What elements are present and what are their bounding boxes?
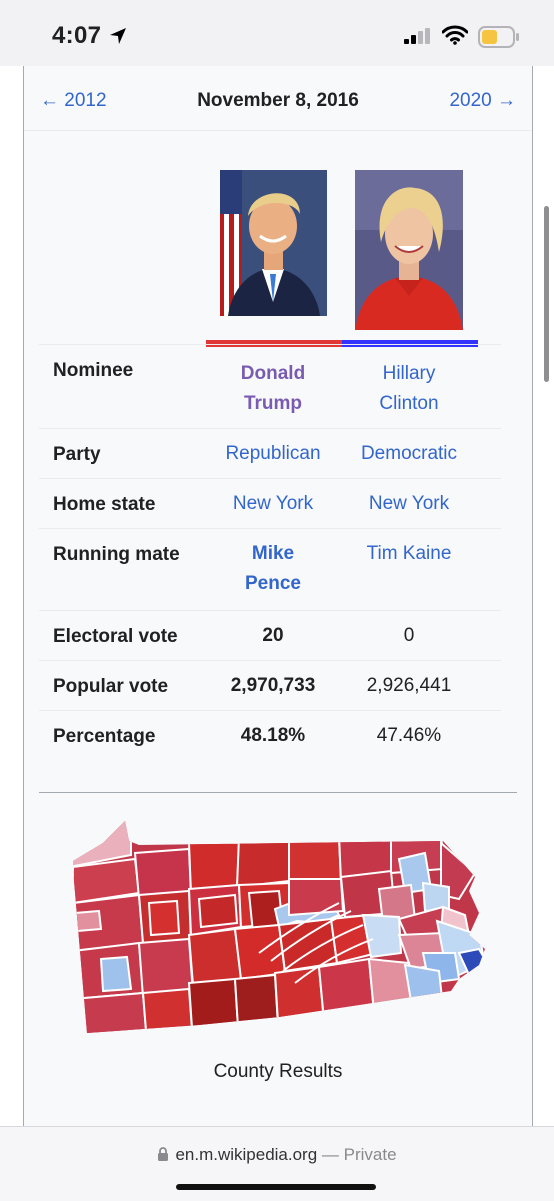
- scroll-indicator[interactable]: [544, 206, 549, 382]
- percentage-row: Percentage 48.18% 47.46%: [39, 710, 501, 761]
- trump-running-mate-link[interactable]: Mike Pence: [205, 539, 341, 599]
- nominee-row: Nominee Donald Trump Hillary Clinton: [39, 344, 501, 429]
- home-state-label: Home state: [53, 494, 156, 515]
- clinton-home-state-link[interactable]: New York: [341, 489, 477, 519]
- party-row: Party Republican Democratic: [39, 428, 501, 479]
- next-election-link[interactable]: 2020 →: [449, 90, 516, 112]
- clinton-party-link[interactable]: Democratic: [341, 439, 477, 469]
- election-navigation: ← 2012 November 8, 2016 2020 →: [24, 66, 532, 131]
- status-time: 4:07: [52, 22, 102, 49]
- trump-electoral-vote: 20: [262, 625, 284, 646]
- trump-party-link[interactable]: Republican: [205, 439, 341, 469]
- wifi-icon: [442, 25, 468, 45]
- url-separator: —: [317, 1145, 344, 1164]
- url-text: en.m.wikipedia.org: [175, 1145, 318, 1164]
- county-results-map-section: County Results: [39, 792, 517, 1113]
- popular-vote-row: Popular vote 2,970,733 2,926,441: [39, 660, 501, 711]
- browser-address-bar[interactable]: en.m.wikipedia.org — Private: [0, 1126, 554, 1201]
- candidate-portrait-trump[interactable]: [220, 170, 327, 316]
- home-indicator[interactable]: [176, 1184, 376, 1190]
- private-mode-label: Private: [343, 1145, 397, 1164]
- trump-first-name: Donald: [240, 363, 306, 384]
- pence-last-name: Pence: [245, 573, 301, 594]
- percentage-label: Percentage: [53, 726, 156, 747]
- battery-icon: [478, 26, 519, 48]
- trump-percentage: 48.18%: [240, 725, 306, 746]
- trump-name-link[interactable]: Donald Trump: [205, 359, 341, 419]
- clinton-percentage: 47.46%: [376, 725, 442, 746]
- trump-last-name: Trump: [243, 393, 303, 414]
- web-page: ← 2012 November 8, 2016 2020 → Nominee D…: [0, 66, 554, 1126]
- home-state-row: Home state New York New York: [39, 478, 501, 529]
- running-mate-row: Running mate Mike Pence Tim Kaine: [39, 528, 501, 611]
- trump-popular-vote: 2,970,733: [230, 675, 316, 696]
- clinton-popular-vote: 2,926,441: [366, 675, 452, 696]
- running-mate-label: Running mate: [53, 544, 180, 565]
- electoral-vote-label: Electoral vote: [53, 626, 178, 647]
- party-label: Party: [53, 444, 101, 465]
- clinton-name-link[interactable]: Hillary Clinton: [341, 359, 477, 419]
- clinton-running-mate-link[interactable]: Tim Kaine: [341, 539, 477, 569]
- pence-first-name: Mike: [251, 543, 295, 564]
- popular-vote-label: Popular vote: [53, 676, 169, 697]
- election-infobox: ← 2012 November 8, 2016 2020 → Nominee D…: [23, 66, 533, 1126]
- clinton-first-name: Hillary: [382, 363, 436, 384]
- trump-home-state-link[interactable]: New York: [205, 489, 341, 519]
- location-arrow-icon: [110, 28, 126, 44]
- clinton-electoral-vote: 0: [403, 625, 415, 646]
- nominee-label: Nominee: [53, 360, 134, 381]
- electoral-vote-row: Electoral vote 20 0: [39, 610, 501, 661]
- url-display[interactable]: en.m.wikipedia.org — Private: [0, 1145, 554, 1165]
- lock-icon: [158, 1147, 169, 1161]
- map-caption: County Results: [213, 1061, 343, 1082]
- clinton-last-name: Clinton: [379, 393, 439, 414]
- candidate-portrait-clinton[interactable]: [355, 170, 463, 330]
- status-bar: 4:07: [0, 0, 554, 66]
- cellular-signal-icon: [404, 28, 430, 44]
- county-results-map[interactable]: [39, 803, 517, 1063]
